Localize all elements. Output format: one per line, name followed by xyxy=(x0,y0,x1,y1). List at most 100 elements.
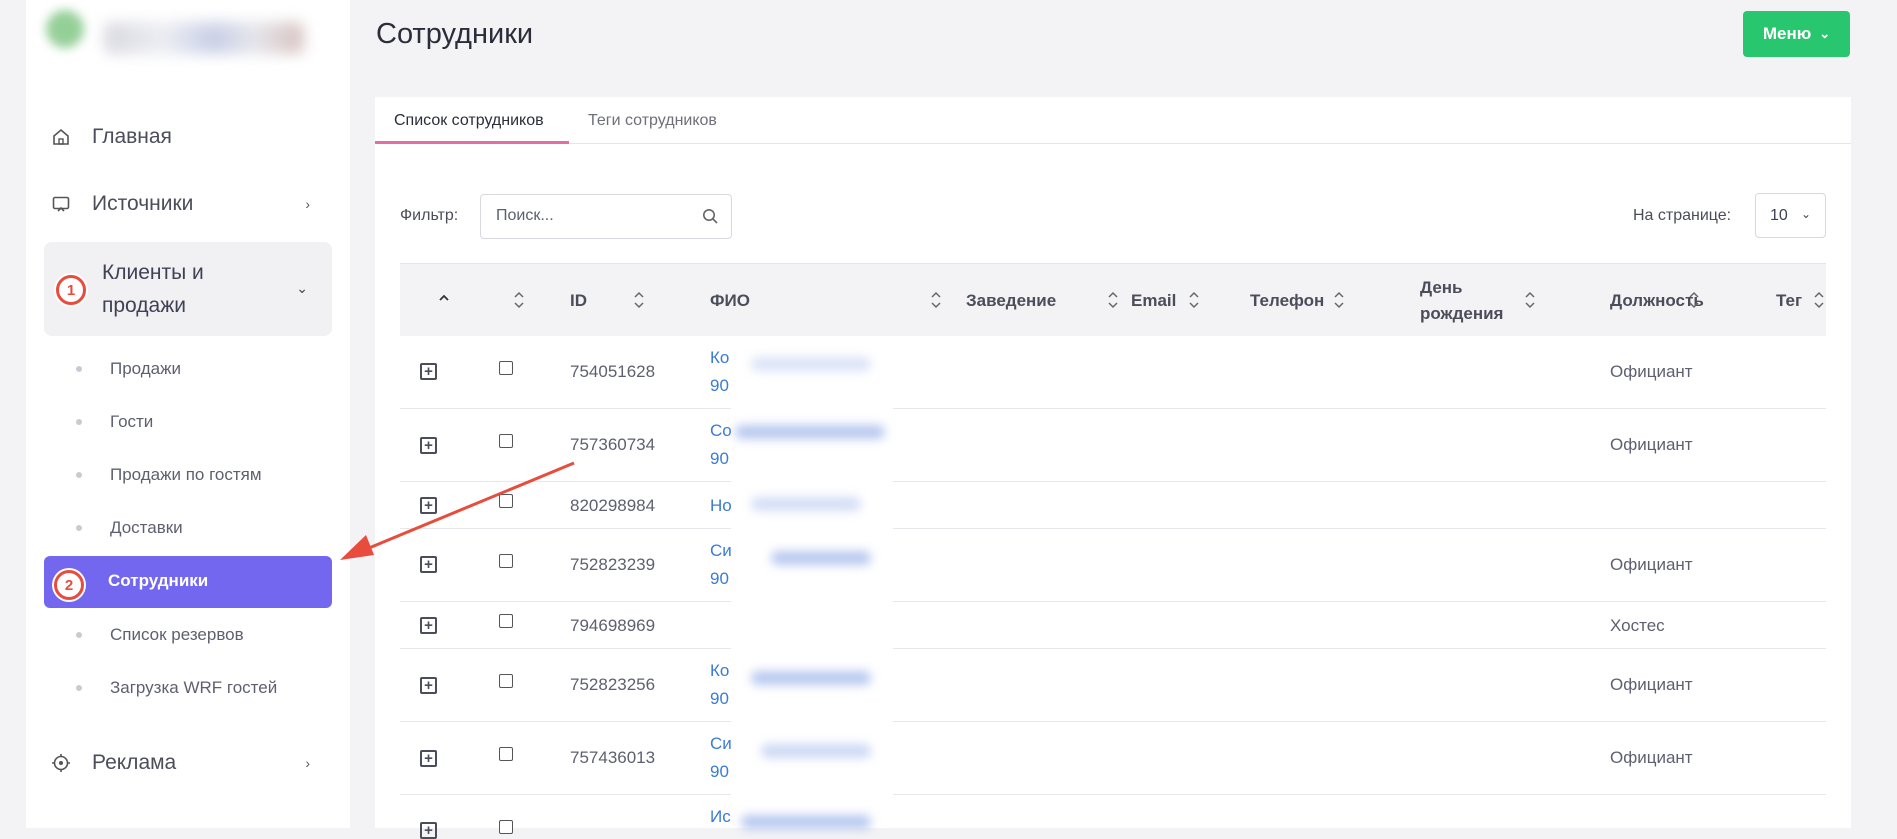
row-checkbox[interactable] xyxy=(499,747,513,761)
cell-position: Хостес xyxy=(1610,616,1665,635)
search-icon[interactable] xyxy=(702,208,719,230)
expand-row-icon[interactable]: + xyxy=(420,617,437,634)
cell-fio-link[interactable]: Ис xyxy=(710,807,731,827)
sidebar: Главная Источники › Клиенты и продажи ⌄ … xyxy=(26,0,350,828)
search-field[interactable] xyxy=(480,194,732,239)
cell-fio-link-line2[interactable]: 90 xyxy=(710,689,729,709)
bullet-icon xyxy=(76,525,82,531)
per-page-select[interactable]: 10 ⌄ xyxy=(1755,193,1826,238)
sidebar-subitem-label: Список резервов xyxy=(110,625,244,644)
column-header-tag[interactable]: Тег xyxy=(1776,264,1802,337)
column-header-venue[interactable]: Заведение xyxy=(966,264,1056,337)
cell-fio-link[interactable]: Но xyxy=(710,496,732,516)
menu-button[interactable]: Меню ⌄ xyxy=(1743,11,1850,57)
tabs-bar: Список сотрудников Теги сотрудников xyxy=(375,97,1851,144)
sidebar-subitem-wrf-upload[interactable]: Загрузка WRF гостей xyxy=(76,678,277,698)
per-page-label: На странице: xyxy=(1633,207,1732,224)
bullet-icon xyxy=(76,685,82,691)
sidebar-item-clients-sales[interactable]: Клиенты и продажи ⌄ xyxy=(44,242,332,336)
sort-icon[interactable] xyxy=(1524,291,1536,309)
column-header-email[interactable]: Email xyxy=(1131,264,1176,337)
cell-fio-link[interactable]: Си xyxy=(710,734,732,754)
expand-row-icon[interactable]: + xyxy=(420,363,437,380)
brand-avatar[interactable] xyxy=(46,10,84,48)
table-row[interactable]: + Ис xyxy=(400,795,1826,839)
table-row[interactable]: + 794698969 Хостес xyxy=(400,602,1826,649)
cell-fio-link[interactable]: Ко xyxy=(710,661,729,681)
per-page-value: 10 xyxy=(1770,207,1788,224)
column-header-id[interactable]: ID xyxy=(570,264,587,337)
search-input[interactable] xyxy=(496,207,686,225)
home-icon xyxy=(44,127,78,147)
sort-icon[interactable] xyxy=(1813,291,1825,309)
sort-icon[interactable] xyxy=(1333,291,1345,309)
sidebar-item-ads[interactable]: Реклама › xyxy=(44,748,332,778)
table-row[interactable]: + 757436013 Си 90 Официант xyxy=(400,722,1826,795)
row-checkbox[interactable] xyxy=(499,820,513,834)
sort-icon[interactable] xyxy=(1688,291,1700,309)
sidebar-subitem-label: Загрузка WRF гостей xyxy=(110,678,278,697)
sidebar-subitem-sales[interactable]: Продажи xyxy=(76,359,181,379)
bullet-icon xyxy=(76,472,82,478)
bullet-icon xyxy=(76,419,82,425)
cell-fio-link[interactable]: Со xyxy=(710,421,732,441)
cell-fio-link-line2[interactable]: 90 xyxy=(710,762,729,782)
menu-button-label: Меню xyxy=(1762,24,1812,43)
sort-icon[interactable] xyxy=(1107,291,1119,309)
column-header-phone[interactable]: Телефон xyxy=(1250,264,1324,337)
sidebar-subitem-employees[interactable]: Сотрудники xyxy=(44,556,332,608)
cell-position: Официант xyxy=(1610,362,1693,381)
tab-employee-tags[interactable]: Теги сотрудников xyxy=(588,112,717,130)
table-row[interactable]: + 757360734 Со 90 Официант xyxy=(400,409,1826,482)
sort-icon[interactable] xyxy=(1188,291,1200,309)
sidebar-subitem-sales-by-guests[interactable]: Продажи по гостям xyxy=(76,465,262,485)
table-header: ID ФИО Заведение Email Телефон День рожд… xyxy=(400,263,1826,336)
sort-icon[interactable] xyxy=(633,291,645,309)
row-checkbox[interactable] xyxy=(499,434,513,448)
cell-fio-link[interactable]: Си xyxy=(710,541,732,561)
cell-fio-link-line2[interactable]: 90 xyxy=(710,376,729,396)
sort-icon[interactable] xyxy=(513,291,525,309)
table-row[interactable]: + 752823239 Си 90 Официант xyxy=(400,529,1826,602)
chevron-down-icon: ⌄ xyxy=(296,280,308,296)
row-checkbox[interactable] xyxy=(499,614,513,628)
column-header-fio[interactable]: ФИО xyxy=(710,264,750,337)
sidebar-subitem-guests[interactable]: Гости xyxy=(76,412,153,432)
sidebar-item-sources[interactable]: Источники › xyxy=(44,189,332,219)
cell-fio-link-line2[interactable]: 90 xyxy=(710,569,729,589)
brand-name-blurred xyxy=(104,22,304,54)
column-header-birthday[interactable]: День рождения xyxy=(1420,264,1530,337)
row-checkbox[interactable] xyxy=(499,674,513,688)
cell-id: 757360734 xyxy=(570,435,656,454)
redacted-names-area xyxy=(731,339,893,829)
annotation-arrow-icon xyxy=(340,461,575,560)
chevron-right-icon: › xyxy=(305,755,310,771)
expand-row-icon[interactable]: + xyxy=(420,437,437,454)
cell-fio-link[interactable]: Ко xyxy=(710,348,729,368)
sidebar-subitem-deliveries[interactable]: Доставки xyxy=(76,518,183,538)
cell-position: Официант xyxy=(1610,555,1693,574)
table-row[interactable]: + 754051628 Ко 90 Официант xyxy=(400,336,1826,409)
sidebar-item-home[interactable]: Главная xyxy=(44,122,332,152)
chevron-down-icon: ⌄ xyxy=(1819,26,1831,41)
expand-row-icon[interactable]: + xyxy=(420,750,437,767)
target-icon xyxy=(44,753,78,773)
sidebar-item-label: Главная xyxy=(92,125,172,148)
chevron-right-icon: › xyxy=(305,196,310,212)
expand-row-icon[interactable]: + xyxy=(420,677,437,694)
sidebar-subitem-label: Гости xyxy=(110,412,154,431)
cell-position: Официант xyxy=(1610,675,1693,694)
table-row[interactable]: + 752823256 Ко 90 Официант xyxy=(400,649,1826,722)
table-row[interactable]: + 820298984 Но xyxy=(400,482,1826,529)
sidebar-subitem-label: Продажи по гостям xyxy=(110,465,262,484)
sort-asc-icon[interactable] xyxy=(438,291,450,309)
cell-fio-link-line2[interactable]: 90 xyxy=(710,449,729,469)
expand-row-icon[interactable]: + xyxy=(420,822,437,839)
filter-label: Фильтр: xyxy=(400,207,459,224)
row-checkbox[interactable] xyxy=(499,361,513,375)
sidebar-item-label: Клиенты и продажи xyxy=(102,261,204,317)
tab-employee-list[interactable]: Список сотрудников xyxy=(394,112,544,130)
sort-icon[interactable] xyxy=(930,291,942,309)
sidebar-subitem-reservations[interactable]: Список резервов xyxy=(76,625,244,645)
cell-position: Официант xyxy=(1610,748,1693,767)
